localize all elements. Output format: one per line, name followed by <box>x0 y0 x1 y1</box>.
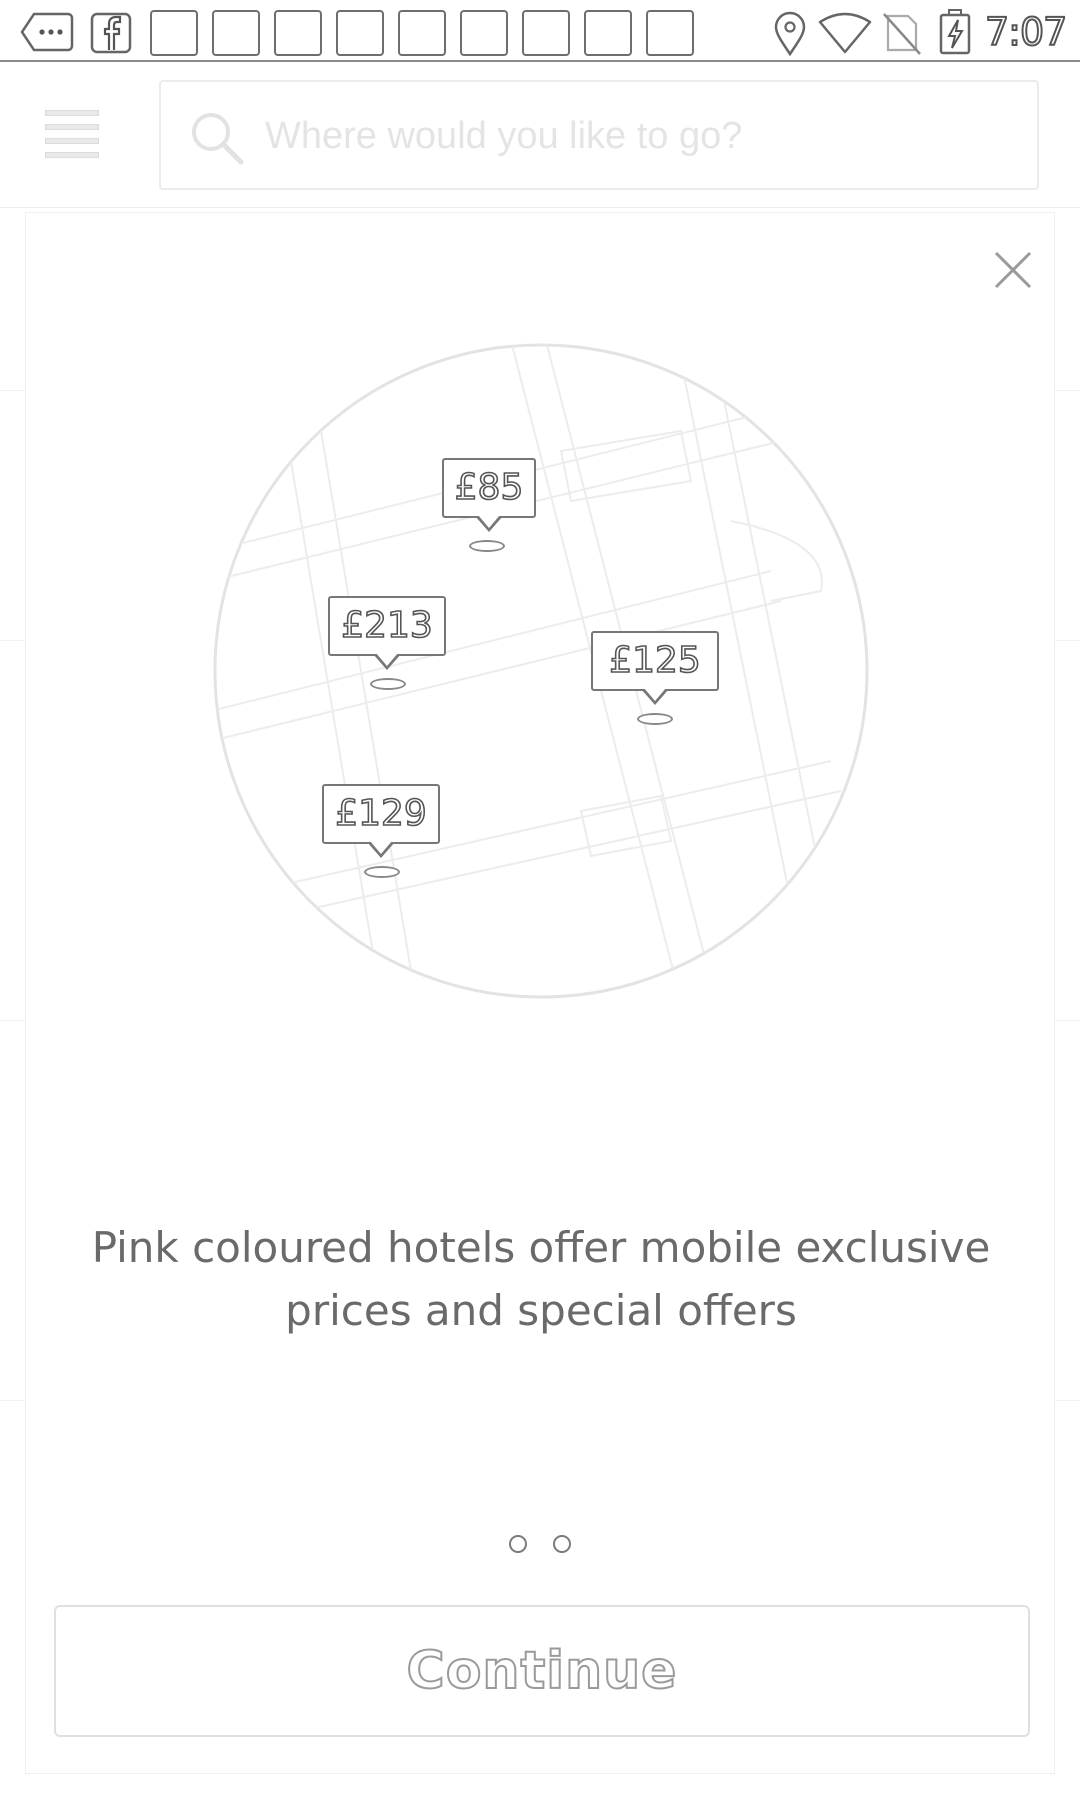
search-input[interactable] <box>265 104 1005 168</box>
hamburger-menu-icon[interactable] <box>40 110 104 162</box>
notification-placeholder <box>584 10 632 56</box>
price-tag: £213 <box>328 596 446 670</box>
clock: 7:07 <box>984 9 1068 55</box>
continue-button[interactable]: Continue <box>54 1605 1030 1737</box>
location-icon <box>774 11 806 56</box>
notification-placeholder <box>150 10 198 56</box>
battery-charging-icon <box>939 9 971 55</box>
onboarding-dialog: £85 £213 £125 £129 Pink coloured hotels … <box>25 212 1055 1774</box>
notification-placeholder <box>336 10 384 56</box>
notification-placeholder <box>274 10 322 56</box>
map-pin-icon <box>469 540 505 552</box>
page-indicator <box>509 1533 589 1557</box>
page-dot[interactable] <box>553 1535 571 1553</box>
price-tag: £85 <box>442 458 536 532</box>
price-tag: £129 <box>322 784 440 858</box>
onboarding-description: Pink coloured hotels offer mobile exclus… <box>91 1223 991 1335</box>
notification-placeholder <box>522 10 570 56</box>
close-icon[interactable] <box>986 243 1040 297</box>
map-pin-icon <box>364 866 400 878</box>
status-bar: 7:07 <box>0 0 1080 62</box>
map-pin-icon <box>637 713 673 725</box>
no-sim-icon <box>883 13 921 55</box>
notification-placeholder <box>460 10 508 56</box>
map-circle-icon <box>213 343 869 999</box>
notification-placeholder <box>398 10 446 56</box>
wifi-icon <box>818 12 872 54</box>
facebook-icon <box>90 12 132 54</box>
more-options-icon <box>20 12 74 52</box>
search-icon <box>192 113 244 165</box>
price-tag: £125 <box>591 631 719 705</box>
map-pin-icon <box>370 678 406 690</box>
search-bar[interactable] <box>159 80 1039 190</box>
page-dot[interactable] <box>509 1535 527 1553</box>
notification-placeholder <box>646 10 694 56</box>
app-bar <box>0 64 1080 208</box>
map-illustration: £85 £213 £125 £129 <box>211 341 871 1001</box>
notification-placeholder <box>212 10 260 56</box>
